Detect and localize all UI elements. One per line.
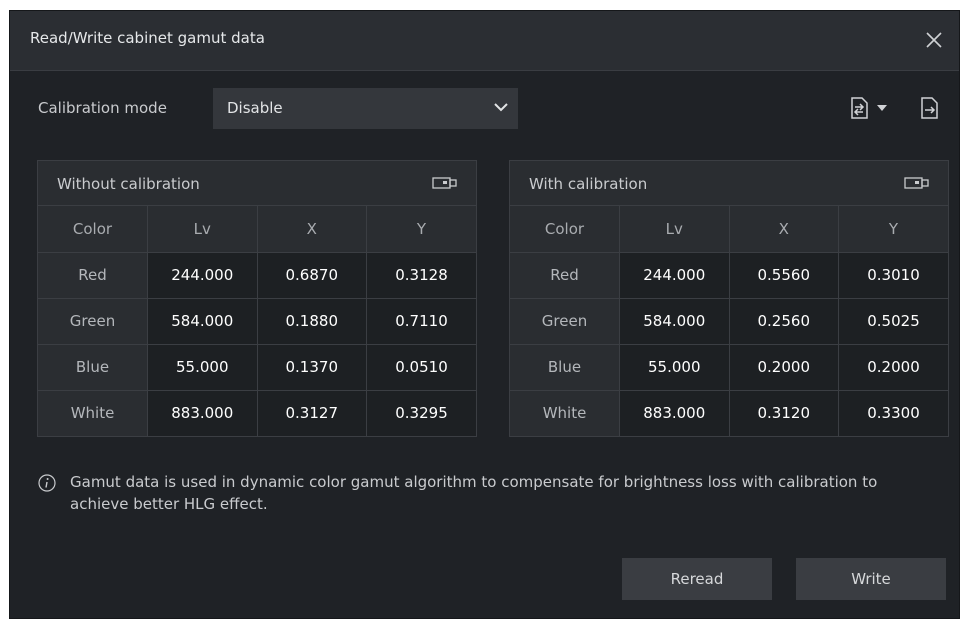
lv-cell[interactable]: 55.000 [147, 344, 258, 391]
table-row: Red 244.000 0.6870 0.3128 [38, 252, 476, 299]
color-name-cell: Blue [38, 344, 148, 391]
table-header-row: Color Lv X Y [38, 206, 476, 253]
x-cell[interactable]: 0.2000 [729, 344, 839, 391]
lv-cell[interactable]: 883.000 [147, 390, 258, 436]
table-row: Blue 55.000 0.1370 0.0510 [38, 344, 476, 391]
y-cell[interactable]: 0.3300 [838, 390, 948, 436]
with-calibration-table: Color Lv X Y Red 244.000 0.5560 0.3010 G… [510, 206, 948, 436]
import-dropdown-button[interactable] [874, 97, 890, 119]
caret-down-icon [877, 105, 887, 111]
write-button[interactable]: Write [796, 558, 946, 600]
calibration-mode-select[interactable]: Disable [213, 88, 518, 129]
x-cell[interactable]: 0.3127 [257, 390, 367, 436]
color-name-cell: White [510, 390, 620, 436]
usb-drive-icon[interactable] [904, 176, 930, 190]
y-cell[interactable]: 0.5025 [838, 298, 948, 345]
column-header: Color [38, 206, 148, 253]
with-calibration-title: With calibration [529, 175, 648, 193]
import-file-icon [851, 97, 868, 119]
column-header: Y [838, 206, 948, 253]
x-cell[interactable]: 0.5560 [729, 252, 839, 299]
y-cell[interactable]: 0.3295 [366, 390, 476, 436]
chevron-down-icon [494, 103, 508, 112]
table-row: Red 244.000 0.5560 0.3010 [510, 252, 948, 299]
y-cell[interactable]: 0.0510 [366, 344, 476, 391]
with-calibration-header: With calibration [510, 161, 948, 206]
table-row: White 883.000 0.3127 0.3295 [38, 390, 476, 436]
column-header: Lv [619, 206, 730, 253]
color-name-cell: Red [38, 252, 148, 299]
without-calibration-title: Without calibration [57, 175, 200, 193]
without-calibration-header: Without calibration [38, 161, 476, 206]
without-calibration-table: Color Lv X Y Red 244.000 0.6870 0.3128 G… [38, 206, 476, 436]
column-header: X [729, 206, 839, 253]
color-name-cell: Green [38, 298, 148, 345]
reread-button[interactable]: Reread [622, 558, 772, 600]
column-header: Color [510, 206, 620, 253]
close-icon [926, 32, 942, 48]
lv-cell[interactable]: 584.000 [619, 298, 730, 345]
x-cell[interactable]: 0.1370 [257, 344, 367, 391]
x-cell[interactable]: 0.2560 [729, 298, 839, 345]
column-header: Lv [147, 206, 258, 253]
color-name-cell: White [38, 390, 148, 436]
y-cell[interactable]: 0.7110 [366, 298, 476, 345]
lv-cell[interactable]: 584.000 [147, 298, 258, 345]
info-icon [38, 474, 56, 492]
dialog-titlebar: Read/Write cabinet gamut data [10, 11, 959, 71]
color-name-cell: Green [510, 298, 620, 345]
calibration-mode-value: Disable [227, 99, 283, 117]
info-text: Gamut data is used in dynamic color gamu… [70, 473, 878, 513]
table-row: Green 584.000 0.2560 0.5025 [510, 298, 948, 345]
x-cell[interactable]: 0.6870 [257, 252, 367, 299]
lv-cell[interactable]: 244.000 [619, 252, 730, 299]
with-calibration-panel: With calibration Color Lv X Y Red 244.00… [509, 160, 949, 437]
x-cell[interactable]: 0.3120 [729, 390, 839, 436]
column-header: X [257, 206, 367, 253]
color-name-cell: Blue [510, 344, 620, 391]
usb-drive-icon[interactable] [432, 176, 458, 190]
table-row: White 883.000 0.3120 0.3300 [510, 390, 948, 436]
lv-cell[interactable]: 244.000 [147, 252, 258, 299]
import-button[interactable] [846, 95, 872, 121]
lv-cell[interactable]: 883.000 [619, 390, 730, 436]
close-button[interactable] [919, 25, 949, 55]
x-cell[interactable]: 0.1880 [257, 298, 367, 345]
without-calibration-panel: Without calibration Color Lv X Y Red 244… [37, 160, 477, 437]
calibration-mode-label: Calibration mode [38, 99, 167, 117]
color-name-cell: Red [510, 252, 620, 299]
export-button[interactable] [916, 95, 942, 121]
column-header: Y [366, 206, 476, 253]
y-cell[interactable]: 0.3010 [838, 252, 948, 299]
lv-cell[interactable]: 55.000 [619, 344, 730, 391]
gamut-dialog: Read/Write cabinet gamut data Calibratio… [9, 10, 960, 619]
y-cell[interactable]: 0.2000 [838, 344, 948, 391]
y-cell[interactable]: 0.3128 [366, 252, 476, 299]
dialog-title: Read/Write cabinet gamut data [30, 29, 265, 47]
table-row: Blue 55.000 0.2000 0.2000 [510, 344, 948, 391]
export-file-icon [921, 97, 938, 119]
table-header-row: Color Lv X Y [510, 206, 948, 253]
table-row: Green 584.000 0.1880 0.7110 [38, 298, 476, 345]
